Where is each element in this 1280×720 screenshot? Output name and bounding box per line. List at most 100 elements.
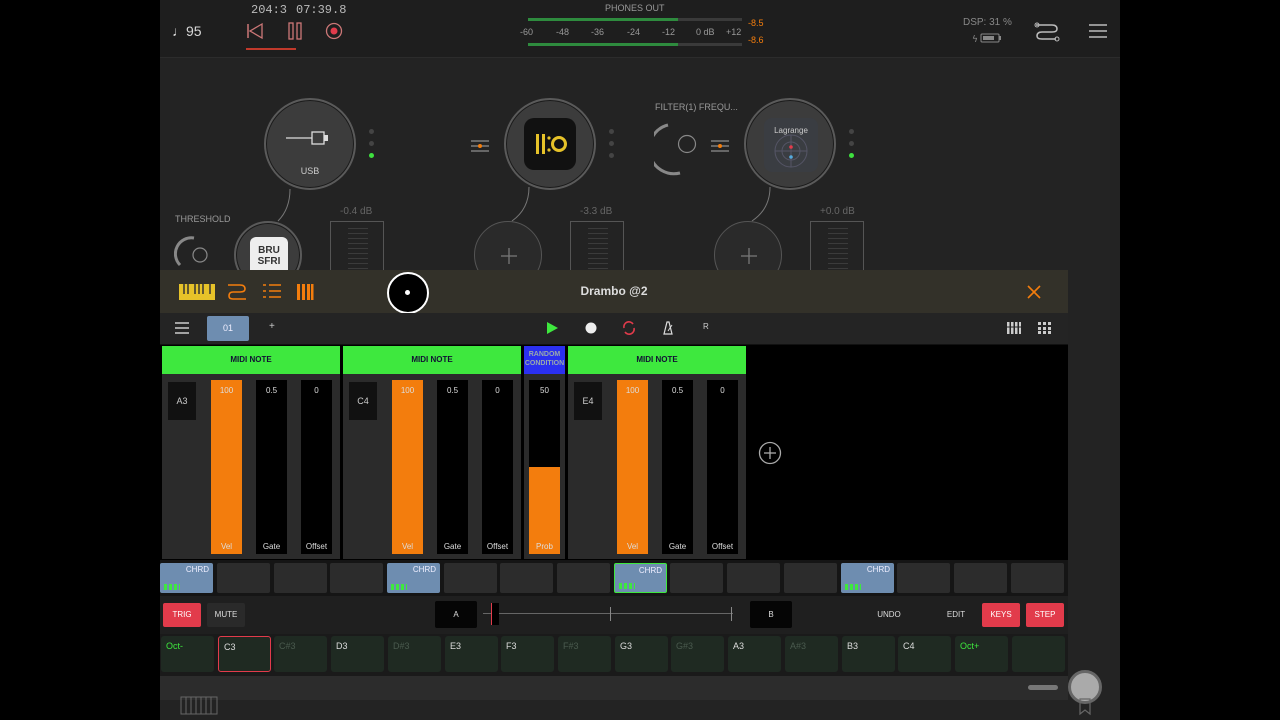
midi-note-block: MIDI NOTE C4 100 Vel 0.5 Gate 0 Offset bbox=[343, 346, 521, 559]
gate-slider[interactable]: 0.5 Gate bbox=[437, 380, 468, 554]
r-button[interactable]: R bbox=[703, 322, 709, 331]
crossfader-end-tick bbox=[731, 607, 732, 621]
filter-knob[interactable] bbox=[654, 117, 702, 177]
usb-icon bbox=[286, 131, 328, 145]
note-key[interactable]: D3 bbox=[331, 636, 384, 672]
menu-icon[interactable] bbox=[1088, 22, 1108, 40]
usb-input-node[interactable]: USB bbox=[264, 98, 356, 190]
step-button[interactable]: CHRD bbox=[387, 563, 440, 593]
velocity-slider[interactable]: 100 Vel bbox=[211, 380, 242, 554]
sliders-icon[interactable] bbox=[470, 139, 490, 153]
gate-label: Gate bbox=[668, 542, 687, 551]
velocity-value: 100 bbox=[400, 386, 415, 395]
bookmark-icon[interactable] bbox=[1078, 698, 1092, 716]
step-button[interactable] bbox=[500, 563, 553, 593]
note-key[interactable] bbox=[1012, 636, 1065, 672]
drambo-node[interactable] bbox=[504, 98, 596, 190]
note-field[interactable]: E4 bbox=[574, 382, 602, 420]
note-key[interactable]: F#3 bbox=[558, 636, 611, 672]
step-button[interactable]: CHRD bbox=[160, 563, 213, 593]
grid-view-icon[interactable] bbox=[1007, 322, 1021, 334]
fader-db: -3.3 dB bbox=[580, 206, 613, 217]
record-icon[interactable] bbox=[325, 22, 343, 40]
play-icon[interactable] bbox=[545, 321, 559, 335]
mute-button[interactable]: MUTE bbox=[207, 603, 245, 627]
pause-icon[interactable] bbox=[287, 22, 303, 40]
top-bar: ♩95 204:3 07:39.8 PHONES OUT -60 -48 -36… bbox=[160, 0, 1120, 58]
sequencer-panel: Drambo @2 01 + R MIDI NOTE A3 100 Vel 0.… bbox=[160, 270, 1068, 700]
offset-label: Offset bbox=[305, 542, 328, 551]
note-key[interactable]: C4 bbox=[898, 636, 951, 672]
note-key[interactable]: A#3 bbox=[785, 636, 838, 672]
a-button[interactable]: A bbox=[435, 601, 477, 628]
crossfader-handle[interactable] bbox=[491, 603, 499, 625]
close-icon[interactable] bbox=[1026, 284, 1042, 300]
drambo-icon bbox=[536, 134, 567, 154]
velocity-slider[interactable]: 100 Vel bbox=[617, 380, 648, 554]
gate-slider[interactable]: 0.5 Gate bbox=[256, 380, 287, 554]
step-button[interactable]: CHRD bbox=[841, 563, 894, 593]
undo-button[interactable]: UNDO bbox=[870, 603, 908, 627]
octave-up-key[interactable]: Oct+ bbox=[955, 636, 1008, 672]
edit-button[interactable]: EDIT bbox=[937, 603, 975, 627]
matrix-view-icon[interactable] bbox=[1038, 322, 1052, 334]
step-button[interactable] bbox=[557, 563, 610, 593]
note-key[interactable]: B3 bbox=[842, 636, 895, 672]
sliders-icon[interactable] bbox=[710, 139, 730, 153]
tempo-display[interactable]: ♩95 bbox=[172, 23, 202, 39]
metronome-icon[interactable] bbox=[660, 320, 676, 336]
step-button[interactable] bbox=[897, 563, 950, 593]
step-button[interactable] bbox=[444, 563, 497, 593]
lagrange-plugin-node[interactable]: Lagrange bbox=[744, 98, 836, 190]
note-key[interactable]: C#3 bbox=[274, 636, 327, 672]
offset-slider[interactable]: 0 Offset bbox=[301, 380, 332, 554]
meter-tick: +12 bbox=[726, 27, 742, 37]
panel-resize-handle[interactable] bbox=[1028, 685, 1058, 690]
offset-slider[interactable]: 0 Offset bbox=[482, 380, 513, 554]
record-icon[interactable] bbox=[584, 321, 598, 335]
step-button[interactable] bbox=[217, 563, 270, 593]
rewind-icon[interactable] bbox=[246, 22, 264, 40]
note-key[interactable]: E3 bbox=[445, 636, 498, 672]
step-button[interactable] bbox=[274, 563, 327, 593]
add-pattern-button[interactable]: + bbox=[269, 321, 275, 332]
velocity-slider[interactable]: 100 Vel bbox=[392, 380, 423, 554]
note-key[interactable]: G#3 bbox=[671, 636, 724, 672]
step-button[interactable] bbox=[1011, 563, 1064, 593]
midi-note-block: MIDI NOTE E4 100 Vel 0.5 Gate 0 Offset bbox=[568, 346, 746, 559]
keyboard-icon[interactable] bbox=[180, 696, 218, 716]
step-button[interactable] bbox=[954, 563, 1007, 593]
step-button-selected[interactable]: CHRD bbox=[614, 563, 667, 593]
block-header: RANDOM CONDITION bbox=[524, 346, 565, 374]
b-button[interactable]: B bbox=[750, 601, 792, 628]
step-button[interactable] bbox=[670, 563, 723, 593]
ab-crossfader[interactable] bbox=[483, 603, 733, 625]
menu-icon[interactable] bbox=[175, 322, 189, 334]
step-button[interactable] bbox=[727, 563, 780, 593]
note-key[interactable]: C3 bbox=[218, 636, 271, 672]
trig-button[interactable]: TRIG bbox=[163, 603, 201, 627]
keys-button[interactable]: KEYS bbox=[982, 603, 1020, 627]
crossfader-center-tick bbox=[610, 607, 611, 621]
offset-slider[interactable]: 0 Offset bbox=[707, 380, 738, 554]
octave-down-key[interactable]: Oct- bbox=[161, 636, 214, 672]
pattern-button[interactable]: 01 bbox=[207, 316, 249, 341]
threshold-knob[interactable] bbox=[174, 229, 214, 270]
note-key[interactable]: G3 bbox=[615, 636, 668, 672]
note-key[interactable]: D#3 bbox=[388, 636, 441, 672]
step-button[interactable] bbox=[330, 563, 383, 593]
add-lane-icon[interactable] bbox=[758, 441, 782, 465]
note-field[interactable]: C4 bbox=[349, 382, 377, 420]
step-button[interactable] bbox=[784, 563, 837, 593]
step-button[interactable]: STEP bbox=[1026, 603, 1064, 627]
velocity-label: Vel bbox=[626, 542, 639, 551]
step-meter bbox=[391, 584, 407, 590]
routing-icon[interactable] bbox=[1034, 20, 1060, 44]
probability-slider[interactable]: 50 Prob bbox=[529, 380, 560, 554]
gate-slider[interactable]: 0.5 Gate bbox=[662, 380, 693, 554]
note-field[interactable]: A3 bbox=[168, 382, 196, 420]
loop-icon[interactable] bbox=[621, 320, 637, 336]
note-key[interactable]: F3 bbox=[501, 636, 554, 672]
note-key[interactable]: A3 bbox=[728, 636, 781, 672]
lagrange-logo: Lagrange bbox=[764, 118, 818, 172]
